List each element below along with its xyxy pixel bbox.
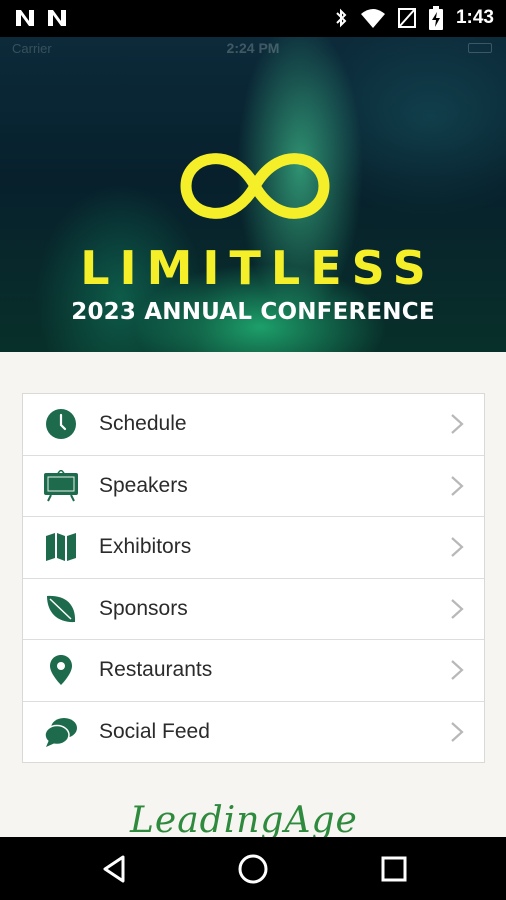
leaf-icon [43, 592, 79, 626]
clock-icon [43, 407, 79, 441]
no-sim-icon [397, 8, 416, 28]
menu-item-exhibitors[interactable]: Exhibitors [23, 517, 484, 579]
battery-charging-icon [428, 6, 443, 30]
n-notification-icon [48, 10, 66, 26]
wifi-icon [360, 9, 385, 28]
chevron-right-icon [451, 722, 464, 743]
map-icon [43, 530, 79, 564]
main-menu: Schedule Speakers Exhibitors Sponsors Re… [22, 393, 485, 763]
hero-ghost-battery-icon [468, 43, 492, 53]
home-icon[interactable] [236, 852, 270, 886]
hero-ghost-time: 2:24 PM [226, 40, 280, 56]
menu-item-social-feed[interactable]: Social Feed [23, 702, 484, 764]
menu-item-restaurants[interactable]: Restaurants [23, 640, 484, 702]
chevron-right-icon [451, 414, 464, 435]
menu-item-sponsors[interactable]: Sponsors [23, 579, 484, 640]
menu-item-label: Speakers [99, 473, 188, 497]
chevron-right-icon [451, 598, 464, 619]
hero-subtitle: 2023 ANNUAL CONFERENCE [71, 299, 435, 325]
chevron-right-icon [451, 537, 464, 558]
hero-banner: Carrier 2:24 PM LIMITLESS 2023 ANNUAL CO… [0, 37, 506, 352]
menu-item-schedule[interactable]: Schedule [23, 394, 484, 456]
back-icon[interactable] [97, 852, 131, 886]
menu-item-label: Schedule [99, 412, 187, 436]
location-pin-icon [43, 653, 79, 687]
status-bar: 1:43 [0, 0, 506, 37]
chat-bubbles-icon [43, 715, 79, 749]
menu-item-speakers[interactable]: Speakers [23, 456, 484, 517]
bluetooth-icon [336, 8, 347, 28]
recents-icon[interactable] [377, 852, 411, 886]
hero-title: LIMITLESS [80, 241, 436, 295]
menu-item-label: Exhibitors [99, 535, 192, 559]
menu-item-label: Sponsors [99, 596, 188, 620]
status-time: 1:43 [455, 7, 494, 28]
navigation-bar [0, 837, 506, 900]
menu-item-label: Social Feed [99, 720, 210, 744]
chevron-right-icon [451, 475, 464, 496]
presentation-board-icon [43, 469, 79, 503]
n-notification-icon [16, 10, 34, 26]
leadingage-logo: LeadingAge [130, 800, 358, 841]
chevron-right-icon [451, 660, 464, 681]
infinity-icon [180, 153, 330, 219]
menu-item-label: Restaurants [99, 658, 213, 682]
